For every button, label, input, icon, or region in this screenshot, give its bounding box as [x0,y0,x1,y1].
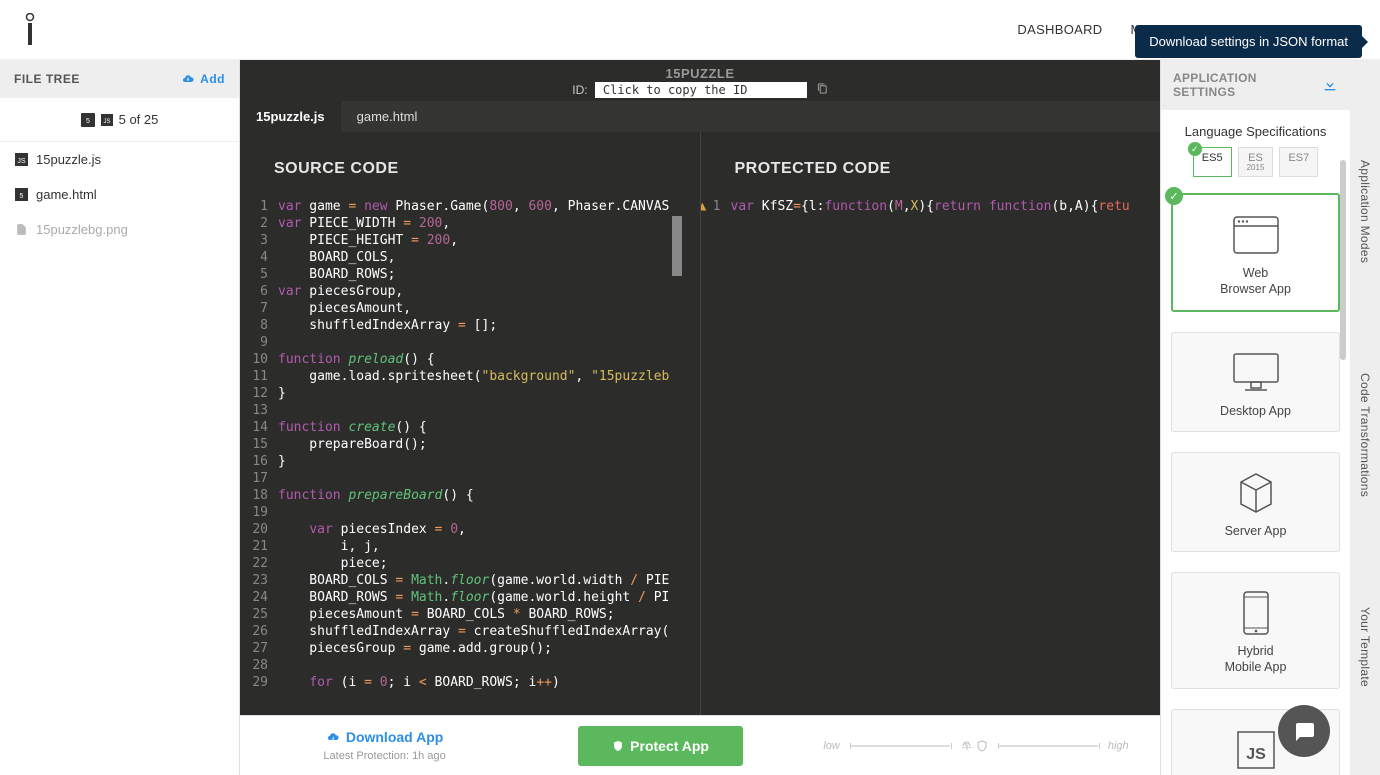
chat-bubble[interactable] [1278,705,1330,757]
file-15puzzlebg-png[interactable]: 15puzzlebg.png [0,212,239,247]
file-counter: 5 JS 5 of 25 [0,98,239,142]
svg-text:5: 5 [86,118,90,125]
rail-transforms[interactable]: Code Transformations [1358,373,1372,497]
lang-es7[interactable]: ES7 [1279,147,1318,177]
project-id: ID: Click to copy the ID [240,83,1160,97]
editor-tabs: 15puzzle.jsgame.html [240,101,1160,132]
file-type-icon: JS [14,153,28,167]
last-protection-label: Latest Protection: 1h ago [240,750,529,762]
check-icon: ✓ [1165,187,1183,205]
desktop-icon [1178,351,1333,395]
file-type-icon [14,223,28,237]
rail-templates[interactable]: Your Template [1358,607,1372,687]
right-rail: Application Modes Code Transformations Y… [1350,60,1380,775]
slider-high-label: high [1108,740,1129,752]
slider-low-label: low [823,740,840,752]
protection-slider[interactable]: low high [792,739,1160,753]
js-badge-icon: JS [101,114,113,126]
scrollbar-vertical[interactable] [672,216,682,276]
add-file-button[interactable]: Add [181,72,225,86]
protected-pane: PROTECTED CODE ▲ 1 var KfSZ={l:function(… [701,132,1161,715]
file-game-html[interactable]: 5game.html [0,177,239,212]
file-type-icon: 5 [14,188,28,202]
tab-15puzzle-js[interactable]: 15puzzle.js [240,101,341,132]
copy-icon[interactable] [817,83,828,97]
shield-outline-icon [976,739,988,753]
mode-browser[interactable]: ✓WebBrowser App [1171,193,1340,312]
mode-desktop[interactable]: Desktop App [1171,332,1340,432]
source-code[interactable]: 1234567891011121314151617181920212223242… [240,198,700,715]
svg-text:JS: JS [1246,746,1266,763]
settings-title: APPLICATION SETTINGS [1173,71,1322,99]
html5-icon: 5 [81,113,95,127]
copy-id-box[interactable]: Click to copy the ID [595,82,808,98]
mode-mobile[interactable]: HybridMobile App [1171,572,1340,689]
protected-title: PROTECTED CODE [701,132,1161,198]
logo[interactable] [15,12,45,48]
editor: 15PUZZLE ID: Click to copy the ID 15puzz… [240,60,1160,775]
svg-text:5: 5 [19,193,23,200]
source-pane: SOURCE CODE 1234567891011121314151617181… [240,132,701,715]
file-tree-title: FILE TREE [14,72,80,86]
lang-es[interactable]: ES2015 [1238,147,1274,177]
check-icon: ✓ [1188,142,1202,156]
download-json-button[interactable] [1322,77,1338,93]
shield-icon [612,739,624,753]
slider-track-2[interactable] [998,745,1098,747]
balance-icon [960,739,974,753]
nav-dashboard[interactable]: DASHBOARD [1017,22,1102,37]
chat-icon [1292,719,1316,743]
rail-app-modes[interactable]: Application Modes [1358,160,1372,263]
protect-app-button[interactable]: Protect App [578,726,743,766]
project-title: 15PUZZLE [240,66,1160,81]
browser-icon [1179,213,1332,257]
file-tree: FILE TREE Add 5 JS 5 of 25 JS15puzzle.js… [0,60,240,775]
download-app-button[interactable]: Download App [326,729,443,745]
server-icon [1178,471,1333,515]
slider-track[interactable] [850,745,950,747]
file-15puzzle-js[interactable]: JS15puzzle.js [0,142,239,177]
svg-text:JS: JS [17,158,26,165]
svg-text:JS: JS [103,119,110,125]
mobile-icon [1178,591,1333,635]
protected-code[interactable]: ▲ 1 var KfSZ={l:function(M,X){return fun… [701,198,1161,715]
editor-footer: Download App Latest Protection: 1h ago P… [240,715,1160,775]
settings-panel: APPLICATION SETTINGS Language Specificat… [1160,60,1350,775]
lang-es5[interactable]: ✓ES5 [1193,147,1232,177]
cloud-download-icon [326,731,340,743]
lang-spec-title: Language Specifications [1173,124,1338,139]
download-settings-tooltip: Download settings in JSON format [1135,25,1362,58]
tab-game-html[interactable]: game.html [341,101,434,132]
cloud-upload-icon [181,73,195,85]
settings-scrollbar[interactable] [1340,160,1346,360]
mode-server[interactable]: Server App [1171,452,1340,552]
source-title: SOURCE CODE [240,132,700,198]
